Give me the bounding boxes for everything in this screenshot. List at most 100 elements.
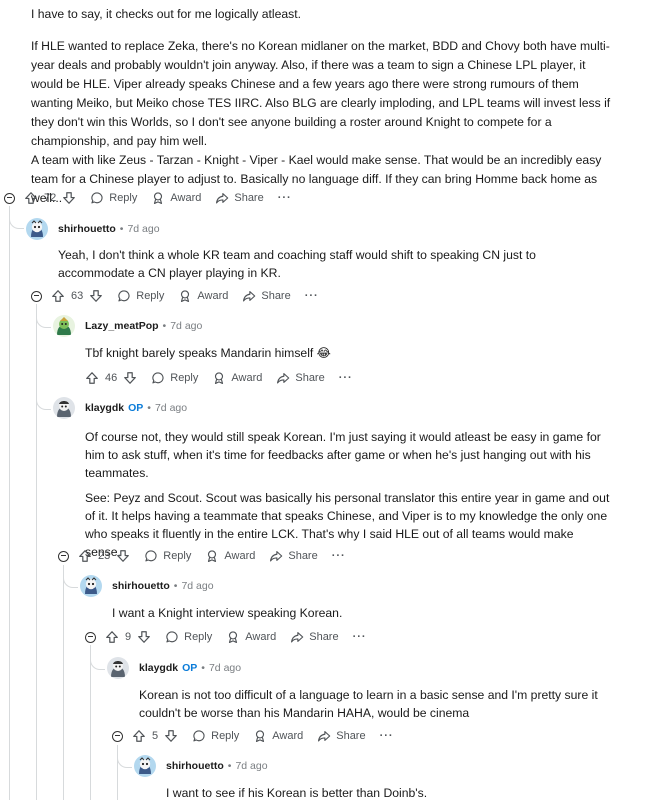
reply-icon [165, 630, 179, 644]
more-options-button[interactable]: ··· [305, 290, 319, 302]
downvote-icon[interactable] [164, 729, 178, 743]
timestamp[interactable]: 7d ago [127, 223, 159, 235]
award-button[interactable]: Award [205, 549, 255, 563]
username[interactable]: Lazy_meatPop [85, 320, 159, 332]
downvote-icon[interactable] [137, 630, 151, 644]
reply-label: Reply [211, 730, 240, 742]
comment-header: shirhouetto • 7d ago [134, 755, 268, 777]
award-icon [205, 549, 219, 563]
timestamp[interactable]: 7d ago [155, 402, 187, 414]
vote-group: 23 [78, 549, 130, 563]
share-button[interactable]: Share [290, 630, 339, 644]
share-button[interactable]: Share [242, 289, 291, 303]
username[interactable]: shirhouetto [166, 760, 224, 772]
upvote-icon[interactable] [78, 549, 92, 563]
comment-actions: 72 Reply Award Share ··· [4, 188, 292, 208]
collapse-icon[interactable] [4, 192, 15, 204]
award-button[interactable]: Award [178, 289, 228, 303]
avatar[interactable] [80, 575, 102, 597]
reply-button[interactable]: Reply [151, 371, 198, 385]
award-label: Award [170, 192, 202, 204]
vote-group: 63 [51, 289, 103, 303]
comment-actions: 63 Reply Award Share ··· [31, 286, 319, 306]
reply-icon [144, 549, 158, 563]
reply-label: Reply [163, 550, 192, 562]
more-options-button[interactable]: ··· [278, 192, 292, 204]
comment-text: Of course not, they would still speak Ko… [85, 430, 601, 480]
collapse-icon[interactable] [85, 631, 96, 643]
more-options-button[interactable]: ··· [353, 631, 367, 643]
timestamp[interactable]: 7d ago [170, 320, 202, 332]
share-button[interactable]: Share [269, 549, 318, 563]
vote-group: 46 [85, 371, 137, 385]
share-icon [276, 371, 290, 385]
downvote-icon[interactable] [62, 191, 76, 205]
upvote-icon[interactable] [132, 729, 146, 743]
username[interactable]: shirhouetto [58, 223, 116, 235]
more-options-button[interactable]: ··· [380, 730, 394, 742]
share-icon [242, 289, 256, 303]
downvote-icon[interactable] [123, 371, 137, 385]
avatar[interactable] [53, 315, 75, 337]
downvote-icon[interactable] [89, 289, 103, 303]
reply-icon [192, 729, 206, 743]
comment-text: I have to say, it checks out for me logi… [31, 7, 302, 21]
vote-count: 9 [125, 631, 132, 643]
collapse-icon[interactable] [58, 550, 69, 562]
more-options-button[interactable]: ··· [332, 550, 346, 562]
vote-count: 63 [71, 290, 84, 302]
downvote-icon[interactable] [116, 549, 130, 563]
thread-line[interactable] [9, 206, 10, 800]
collapse-icon[interactable] [31, 290, 42, 302]
avatar[interactable] [26, 218, 48, 240]
reply-icon [117, 289, 131, 303]
thread-line[interactable] [36, 313, 51, 328]
comment-text: I want a Knight interview speaking Korea… [112, 606, 343, 620]
award-button[interactable]: Award [226, 630, 276, 644]
thread-line[interactable] [9, 214, 24, 229]
award-button[interactable]: Award [212, 371, 262, 385]
dot-separator: • [227, 760, 232, 772]
dot-separator: • [162, 320, 167, 332]
reply-button[interactable]: Reply [192, 729, 239, 743]
avatar[interactable] [134, 755, 156, 777]
reply-button[interactable]: Reply [117, 289, 164, 303]
timestamp[interactable]: 7d ago [235, 760, 267, 772]
share-button[interactable]: Share [215, 191, 264, 205]
upvote-icon[interactable] [85, 371, 99, 385]
timestamp[interactable]: 7d ago [209, 662, 241, 674]
username[interactable]: klaygdk [139, 662, 178, 674]
timestamp[interactable]: 7d ago [181, 580, 213, 592]
thread-line[interactable] [36, 304, 37, 800]
more-options-button[interactable]: ··· [339, 372, 353, 384]
upvote-icon[interactable] [24, 191, 38, 205]
award-icon [226, 630, 240, 644]
username[interactable]: klaygdk [85, 402, 124, 414]
reply-label: Reply [109, 192, 138, 204]
reply-button[interactable]: Reply [90, 191, 137, 205]
username[interactable]: shirhouetto [112, 580, 170, 592]
avatar[interactable] [107, 657, 129, 679]
award-button[interactable]: Award [151, 191, 201, 205]
thread-line[interactable] [117, 753, 132, 768]
thread-line[interactable] [90, 645, 91, 800]
collapse-icon[interactable] [112, 730, 123, 742]
dot-separator: • [201, 662, 205, 674]
share-button[interactable]: Share [317, 729, 366, 743]
upvote-icon[interactable] [105, 630, 119, 644]
reply-button[interactable]: Reply [165, 630, 212, 644]
award-icon [151, 191, 165, 205]
award-label: Award [272, 730, 304, 742]
thread-line[interactable] [63, 573, 78, 588]
reply-button[interactable]: Reply [144, 549, 191, 563]
upvote-icon[interactable] [51, 289, 65, 303]
thread-line[interactable] [63, 565, 64, 800]
share-label: Share [288, 550, 318, 562]
avatar[interactable] [53, 397, 75, 419]
share-button[interactable]: Share [276, 371, 325, 385]
vote-count: 72 [44, 192, 57, 204]
thread-line[interactable] [36, 395, 51, 410]
award-button[interactable]: Award [253, 729, 303, 743]
thread-line[interactable] [90, 655, 105, 670]
share-icon [269, 549, 283, 563]
